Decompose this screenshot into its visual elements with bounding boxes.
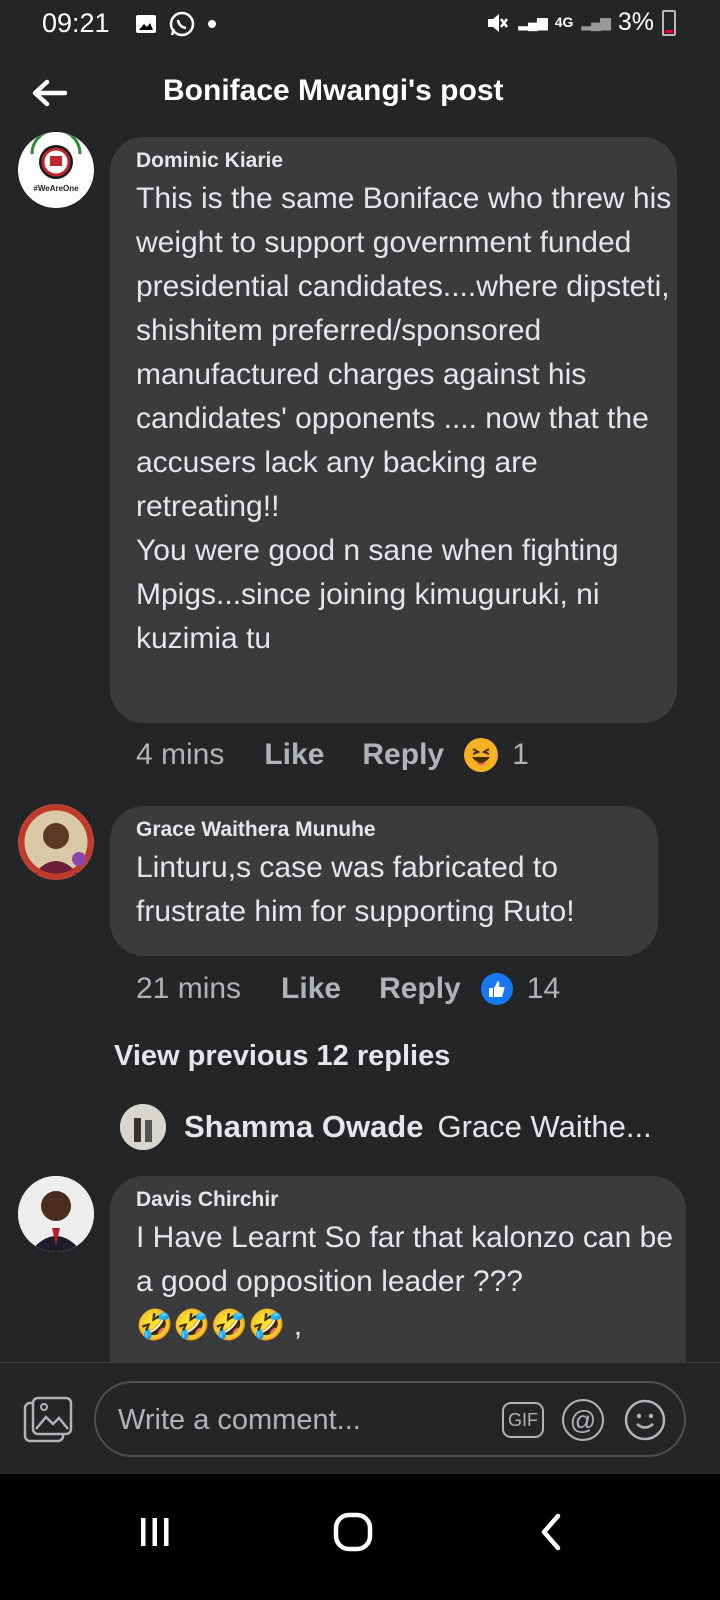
reaction-count[interactable]: 14 <box>527 972 560 1006</box>
network-type: 4G <box>554 14 574 30</box>
system-navigation-bar <box>0 1474 720 1600</box>
photo-gallery-icon <box>23 1396 73 1443</box>
smiley-icon <box>624 1399 666 1441</box>
avatar-badge-text: #WeAreOne <box>33 184 79 193</box>
recent-apps-icon <box>141 1518 169 1546</box>
recent-apps-button[interactable] <box>120 1502 190 1562</box>
comment-input-box[interactable]: GIF @ <box>94 1381 686 1457</box>
avatar[interactable] <box>120 1104 166 1150</box>
like-button[interactable]: Like <box>281 972 341 1006</box>
dot-icon <box>208 20 216 28</box>
reply-author[interactable]: Shamma Owade <box>184 1109 423 1145</box>
comment-bubble[interactable]: Davis Chirchir I Have Learnt So far that… <box>110 1176 686 1362</box>
fist-logo-icon <box>30 132 82 179</box>
status-notification-icons <box>134 10 218 38</box>
arrow-left-icon <box>32 79 67 107</box>
avatar[interactable] <box>18 804 94 880</box>
mute-icon <box>488 13 509 32</box>
profile-photo-icon <box>18 1176 94 1252</box>
post-header: Boniface Mwangi's post <box>0 58 720 132</box>
reaction-count[interactable]: 1 <box>512 738 529 772</box>
comment-bubble[interactable]: Grace Waithera Munuhe Linturu,s case was… <box>110 806 658 956</box>
photo-button[interactable] <box>22 1395 74 1445</box>
reply-preview[interactable]: Shamma Owade Grace Waithe... <box>120 1104 652 1150</box>
reply-button[interactable]: Reply <box>362 738 444 772</box>
signal-icon: ▂▄▆ <box>518 14 547 30</box>
profile-photo-icon <box>19 805 93 879</box>
comment-author[interactable]: Dominic Kiarie <box>136 149 677 173</box>
back-button[interactable] <box>24 68 74 118</box>
like-button[interactable]: Like <box>264 738 324 772</box>
comment-time: 4 mins <box>136 738 225 771</box>
signal-icon: ▂▄▆ <box>581 14 610 30</box>
comment-emoji-line: 🤣🤣🤣🤣 , <box>136 1309 303 1342</box>
avatar[interactable] <box>18 1176 94 1252</box>
comment-composer: GIF @ <box>0 1362 720 1475</box>
gallery-icon <box>136 15 156 33</box>
laughing-emoji-icon[interactable] <box>464 738 499 772</box>
whatsapp-icon <box>169 11 195 37</box>
thumbs-up-icon[interactable] <box>480 973 513 1005</box>
comment-text: This is the same Boniface who threw his … <box>136 182 672 655</box>
comment-time: 21 mins <box>136 972 242 1005</box>
avatar[interactable]: #WeAreOne <box>18 132 94 208</box>
emoji-button[interactable] <box>624 1399 666 1441</box>
status-time: 09:21 <box>42 8 110 38</box>
profile-photo-icon <box>120 1104 166 1150</box>
status-system-icons: ▂▄▆ 4G ▂▄▆ 3% <box>484 8 676 37</box>
reply-snippet: Grace Waithe... <box>437 1109 652 1144</box>
comment-input[interactable] <box>116 1397 490 1443</box>
battery-percent: 3% <box>617 8 654 36</box>
back-nav-button[interactable] <box>516 1502 586 1562</box>
comment-text: I Have Learnt So far that kalonzo can be… <box>136 1221 673 1298</box>
comment-text: Linturu,s case was fabricated to frustra… <box>136 851 575 928</box>
battery-icon <box>662 9 676 36</box>
gif-button[interactable]: GIF <box>502 1402 544 1438</box>
comment-bubble[interactable]: Dominic Kiarie This is the same Boniface… <box>110 137 677 723</box>
status-bar: 09:21 ▂▄▆ 4G ▂▄▆ 3% <box>0 0 720 48</box>
home-icon <box>333 1512 373 1552</box>
mention-button[interactable]: @ <box>562 1399 604 1441</box>
view-previous-replies[interactable]: View previous 12 replies <box>114 1040 450 1073</box>
comment-actions: 4 mins Like Reply 1 <box>136 738 529 772</box>
comment-actions: 21 mins Like Reply 14 <box>136 972 560 1006</box>
back-icon <box>541 1513 561 1551</box>
page-title: Boniface Mwangi's post <box>163 74 504 107</box>
reply-button[interactable]: Reply <box>379 972 461 1006</box>
comment-author[interactable]: Grace Waithera Munuhe <box>136 818 658 842</box>
home-button[interactable] <box>318 1502 388 1562</box>
comment-author[interactable]: Davis Chirchir <box>136 1188 686 1212</box>
